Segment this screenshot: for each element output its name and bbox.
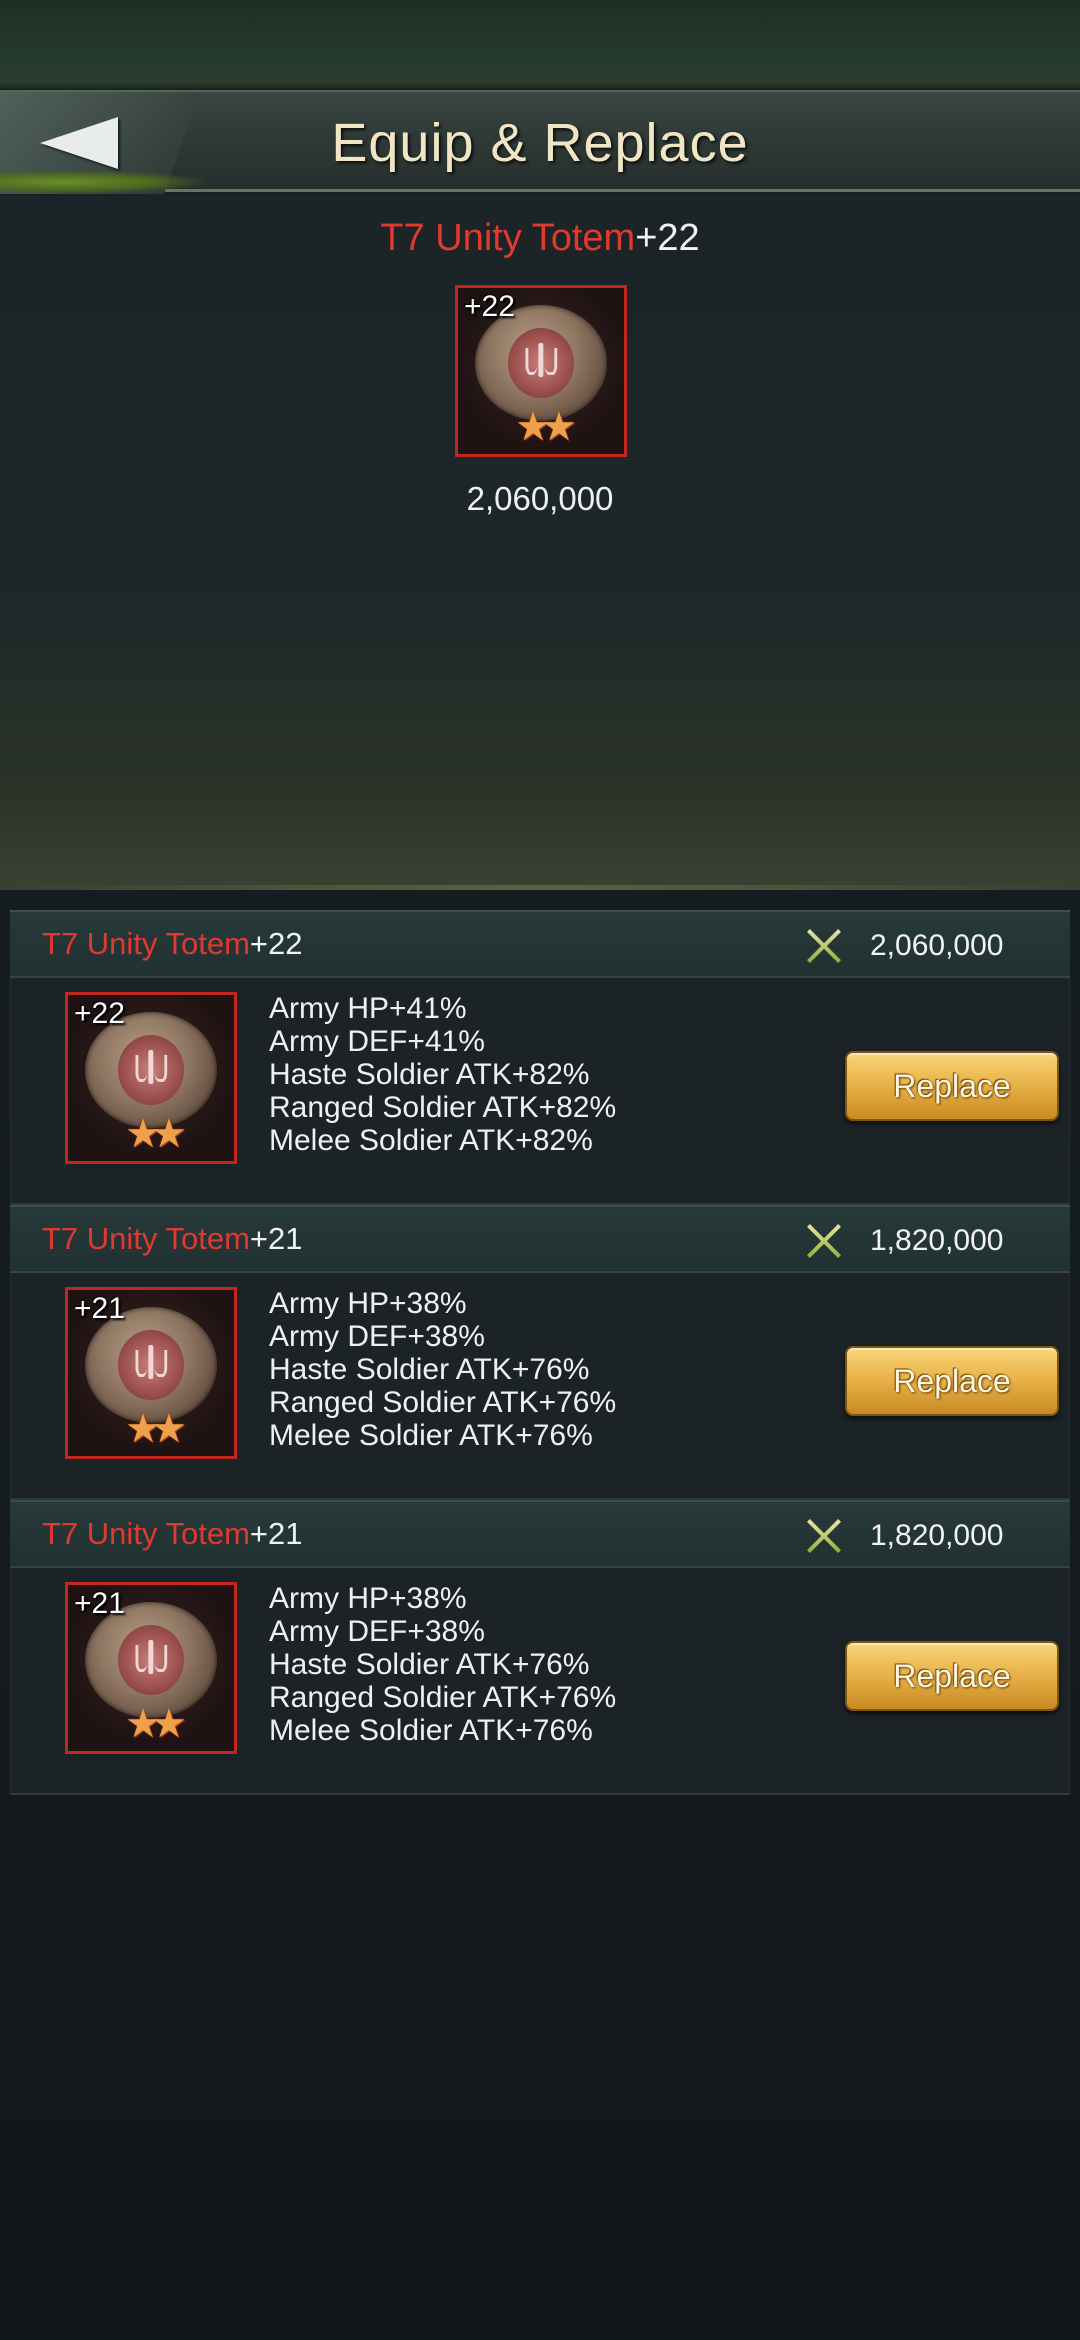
stars-icon: ★★	[125, 1702, 187, 1747]
crossed-swords-icon	[800, 924, 844, 968]
stat-line: Haste Soldier ATK+82%	[269, 1058, 590, 1091]
item-level-label: +21	[249, 1516, 303, 1551]
card-body: ★★ +22 Army HP+41% Army DEF+41% Haste So…	[10, 978, 1070, 1205]
item-icon[interactable]: ★★ +21	[65, 1287, 237, 1459]
equipped-level-label: +22	[635, 217, 700, 259]
replace-button[interactable]: Replace	[845, 1051, 1059, 1121]
card-header: T7 Unity Totem+21 1,820,000	[10, 1205, 1070, 1273]
crossed-swords-icon	[800, 1219, 844, 1263]
stat-line: Army DEF+41%	[269, 1025, 485, 1058]
item-name-label: T7 Unity Totem	[42, 926, 250, 961]
equipped-power: 2,060,000	[466, 480, 614, 517]
stat-line: Army HP+38%	[269, 1582, 467, 1615]
item-name: T7 Unity Totem+21	[42, 1207, 302, 1271]
item-name: T7 Unity Totem+21	[42, 1502, 302, 1566]
stat-line: Army HP+38%	[269, 1287, 467, 1320]
replace-button[interactable]: Replace	[845, 1641, 1059, 1711]
stat-line: Haste Soldier ATK+76%	[269, 1353, 590, 1386]
item-icon[interactable]: ★★ +22	[65, 992, 237, 1164]
card-header: T7 Unity Totem+22 2,060,000	[10, 910, 1070, 978]
stat-line: Ranged Soldier ATK+82%	[269, 1091, 617, 1124]
stars-icon: ★★	[125, 1407, 187, 1452]
stat-line: Melee Soldier ATK+76%	[269, 1714, 593, 1747]
list-item: T7 Unity Totem+21 1,820,000 ★★ +21 Army …	[10, 1205, 1070, 1500]
vine-decoration	[0, 170, 210, 194]
divider	[0, 885, 1080, 890]
level-badge: +21	[74, 1292, 125, 1325]
card-header: T7 Unity Totem+21 1,820,000	[10, 1500, 1070, 1568]
level-badge: +22	[74, 997, 125, 1030]
stat-line: Melee Soldier ATK+76%	[269, 1419, 593, 1452]
stat-line: Ranged Soldier ATK+76%	[269, 1681, 617, 1714]
list-item: T7 Unity Totem+21 1,820,000 ★★ +21 Army …	[10, 1500, 1070, 1795]
item-list: T7 Unity Totem+22 2,060,000 ★★ +22 Army …	[10, 910, 1070, 1795]
stat-line: Haste Soldier ATK+76%	[269, 1648, 590, 1681]
top-decoration	[0, 0, 1080, 90]
item-stats: Army HP+41% Army DEF+41% Haste Soldier A…	[269, 992, 616, 1157]
list-item: T7 Unity Totem+22 2,060,000 ★★ +22 Army …	[10, 910, 1070, 1205]
crossed-swords-icon	[800, 1514, 844, 1558]
item-name-label: T7 Unity Totem	[42, 1516, 250, 1551]
stars-icon: ★★	[125, 1112, 187, 1157]
item-power: 1,820,000	[870, 1224, 1004, 1257]
card-body: ★★ +21 Army HP+38% Army DEF+38% Haste So…	[10, 1273, 1070, 1500]
equipped-panel: T7 Unity Totem+22 ★★ +22 2,060,000	[0, 195, 1080, 890]
stat-line: Army HP+41%	[269, 992, 467, 1025]
item-icon[interactable]: ★★ +21	[65, 1582, 237, 1754]
item-stats: Army HP+38% Army DEF+38% Haste Soldier A…	[269, 1582, 616, 1747]
stat-line: Army DEF+38%	[269, 1320, 485, 1353]
item-power: 1,820,000	[870, 1519, 1004, 1552]
equipped-name-label: T7 Unity Totem	[380, 217, 636, 259]
stat-line: Ranged Soldier ATK+76%	[269, 1386, 617, 1419]
level-badge: +21	[74, 1587, 125, 1620]
replace-button[interactable]: Replace	[845, 1346, 1059, 1416]
level-badge: +22	[464, 290, 515, 323]
item-stats: Army HP+38% Army DEF+38% Haste Soldier A…	[269, 1287, 616, 1452]
stat-line: Army DEF+38%	[269, 1615, 485, 1648]
item-level-label: +21	[249, 1221, 303, 1256]
item-level-label: +22	[249, 926, 303, 961]
equipped-item-name: T7 Unity Totem+22	[0, 217, 1080, 260]
card-body: ★★ +21 Army HP+38% Army DEF+38% Haste So…	[10, 1568, 1070, 1795]
stat-line: Melee Soldier ATK+82%	[269, 1124, 593, 1157]
item-power: 2,060,000	[870, 929, 1004, 962]
screen: Equip & Replace T7 Unity Totem+22 ★★ +22…	[0, 0, 1080, 2340]
item-name-label: T7 Unity Totem	[42, 1221, 250, 1256]
equipped-item-icon[interactable]: ★★ +22	[455, 285, 627, 457]
item-name: T7 Unity Totem+22	[42, 912, 302, 976]
stars-icon: ★★	[515, 405, 577, 450]
